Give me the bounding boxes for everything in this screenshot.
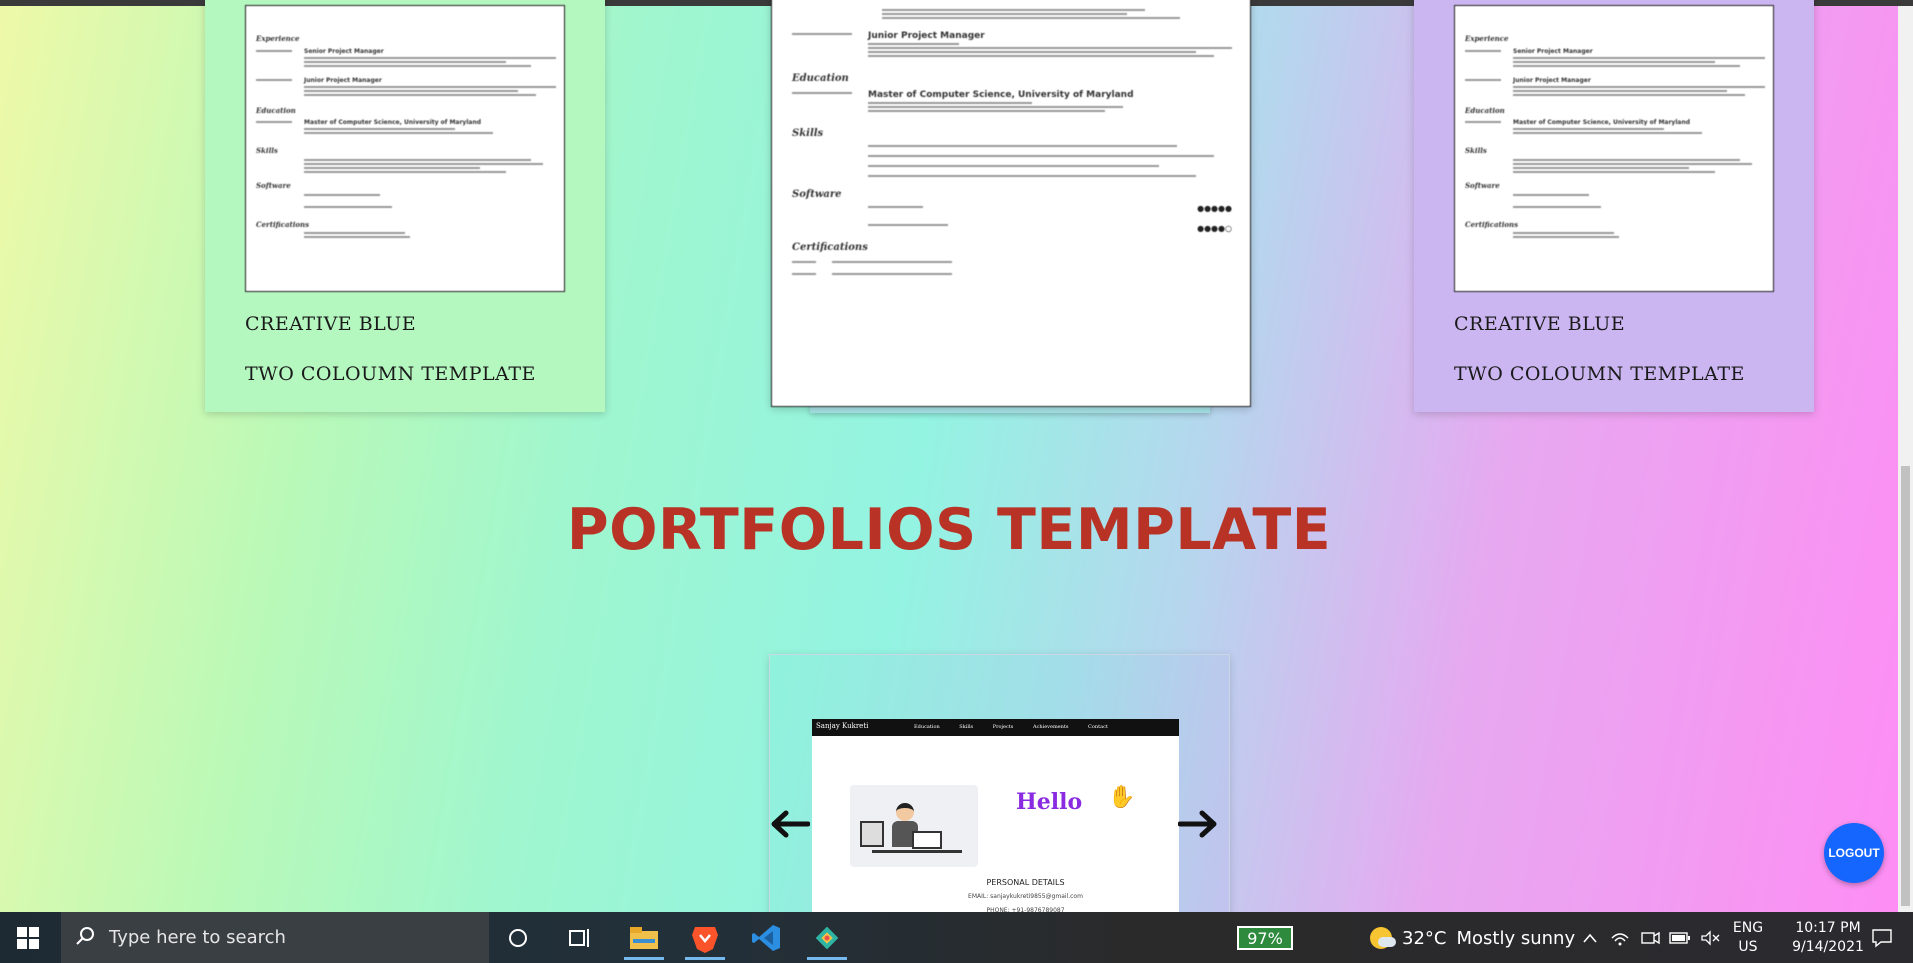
template-name-line1: CREATIVE BLUE	[245, 313, 417, 335]
windows-start-icon[interactable]	[14, 924, 42, 952]
resume-degree: Master of Computer Science, University o…	[1513, 119, 1691, 126]
search-placeholder: Type here to search	[109, 927, 286, 948]
resume-preview-right: Experience Senior Project Manager Junior…	[1454, 5, 1774, 292]
battery-percentage-badge[interactable]: 97%	[1237, 926, 1293, 950]
resume-preview-center[interactable]: Junior Project Manager Education Master …	[771, 0, 1251, 407]
template-name-line2: TWO COLOUMN TEMPLATE	[245, 363, 536, 385]
portfolio-navbar: Sanjay Kukreti Education Skills Projects…	[812, 719, 1179, 736]
portfolio-nav-link: Skills	[959, 724, 974, 730]
resume-heading: Education	[1465, 106, 1505, 115]
meet-now-icon[interactable]	[1638, 926, 1662, 950]
section-title: PORTFOLIOS TEMPLATE	[566, 497, 1332, 563]
template-name-line1: CREATIVE BLUE	[1454, 313, 1626, 335]
portfolio-nav-link: Projects	[992, 724, 1014, 730]
partly-sunny-icon	[1370, 927, 1396, 949]
resume-preview-left: Experience Senior Project Manager Junior…	[245, 5, 565, 292]
resume-job-title: Junior Project Manager	[868, 31, 985, 41]
weather-temperature: 32°C	[1402, 927, 1447, 949]
resume-template-card-left[interactable]: Experience Senior Project Manager Junior…	[205, 0, 605, 412]
carousel-next-arrow-icon[interactable]	[1177, 806, 1218, 846]
resume-job-title: Senior Project Manager	[1513, 48, 1593, 55]
vscode-icon[interactable]	[740, 916, 792, 960]
resume-heading: Education	[792, 73, 849, 84]
resume-heading: Software	[256, 181, 291, 190]
resume-job-title: Junior Project Manager	[304, 77, 382, 84]
input-language-indicator[interactable]: ENG US	[1728, 918, 1768, 958]
weather-widget[interactable]: 32°C Mostly sunny	[1370, 924, 1575, 952]
resume-job-title: Senior Project Manager	[304, 48, 384, 55]
windows-taskbar: Type here to search 97% 32°C Mostly sunn…	[0, 912, 1913, 963]
resume-degree: Master of Computer Science, University o…	[304, 119, 482, 126]
resume-job-title: Junior Project Manager	[1513, 77, 1591, 84]
portfolio-nav-link: Education	[914, 724, 940, 730]
brave-browser-icon[interactable]	[679, 916, 731, 960]
portfolio-email: EMAIL: sanjaykukreti9855@gmail.com	[968, 893, 1083, 900]
portfolio-brand: Sanjay Kukreti	[816, 722, 869, 730]
volume-muted-icon[interactable]	[1698, 926, 1722, 950]
resume-template-card-right[interactable]: Experience Senior Project Manager Junior…	[1414, 0, 1814, 412]
resume-heading: Education	[256, 106, 296, 115]
portfolio-hello: Hello	[1016, 789, 1083, 815]
task-view-icon[interactable]	[563, 923, 597, 953]
template-name-line2: TWO COLOUMN TEMPLATE	[1454, 363, 1745, 385]
language-code: ENG	[1732, 920, 1764, 936]
waving-hand-icon: ✋	[1108, 785, 1136, 810]
weather-condition: Mostly sunny	[1456, 927, 1576, 949]
portfolio-nav-link: Contact	[1088, 724, 1108, 730]
system-clock[interactable]: 10:17 PM 9/14/2021	[1776, 918, 1880, 958]
resume-degree: Master of Computer Science, University o…	[868, 90, 1134, 100]
taskbar-search-box[interactable]: Type here to search	[61, 912, 489, 963]
carousel-prev-arrow-icon[interactable]	[770, 806, 811, 846]
resume-heading: Skills	[792, 128, 824, 139]
file-explorer-icon[interactable]	[618, 916, 670, 960]
notifications-icon[interactable]	[1866, 924, 1898, 952]
resume-heading: Skills	[256, 146, 278, 155]
developer-illustration	[850, 785, 978, 867]
personal-details-heading: PERSONAL DETAILS	[986, 878, 1065, 887]
git-kraken-icon[interactable]	[801, 916, 853, 960]
clock-date: 9/14/2021	[1792, 939, 1864, 955]
clock-time: 10:17 PM	[1795, 920, 1861, 936]
resume-heading: Software	[1465, 181, 1500, 190]
resume-heading: Experience	[256, 34, 300, 43]
portfolio-preview: Sanjay Kukreti Education Skills Projects…	[812, 719, 1179, 915]
rating-stars: ●●●●●	[1197, 204, 1232, 213]
chevron-up-icon[interactable]	[1578, 926, 1602, 950]
portfolio-nav-link: Achievements	[1032, 724, 1069, 730]
rating-stars: ●●●●○	[1197, 224, 1232, 233]
portfolio-nav-links: Education Skills Projects Achievements C…	[914, 724, 1126, 730]
search-icon	[75, 926, 95, 950]
region-code: US	[1738, 939, 1758, 955]
resume-heading: Certifications	[1465, 220, 1519, 229]
scrollbar-thumb[interactable]	[1901, 466, 1910, 906]
logout-button[interactable]: LOGOUT	[1824, 823, 1884, 883]
wifi-icon[interactable]	[1608, 926, 1632, 950]
portfolio-template-card[interactable]: Sanjay Kukreti Education Skills Projects…	[769, 654, 1230, 915]
resume-heading: Software	[792, 189, 842, 200]
cortana-icon[interactable]	[503, 923, 533, 953]
resume-heading: Skills	[1465, 146, 1487, 155]
page-scrollbar[interactable]	[1898, 6, 1913, 912]
resume-heading: Certifications	[792, 242, 868, 253]
battery-icon[interactable]	[1668, 926, 1692, 950]
resume-heading: Certifications	[256, 220, 310, 229]
resume-heading: Experience	[1465, 34, 1509, 43]
